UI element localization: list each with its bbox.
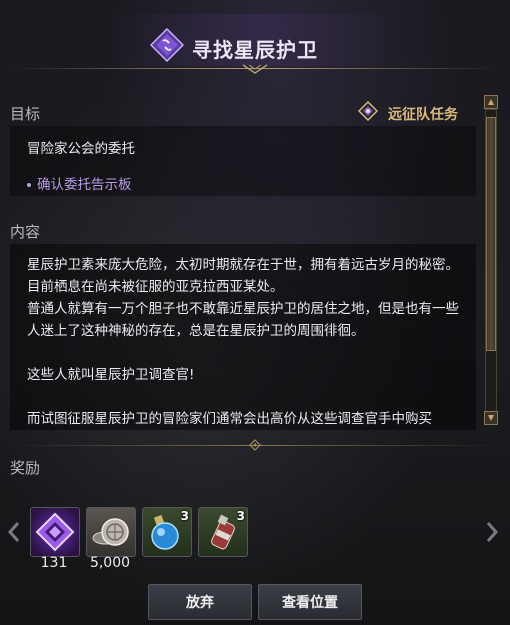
quest-header: 寻找星辰护卫 [0, 0, 510, 82]
stack-count: 3 [236, 509, 245, 523]
content-line: 星辰护卫素来庞大危险，太初时期就存在于世，拥有着远古岁月的秘密。目前栖息在尚未被… [27, 257, 459, 295]
reward-item-grenade[interactable]: 3 [198, 507, 248, 557]
reward-item-coins[interactable] [86, 507, 136, 557]
rewards-label: 奖励 [10, 459, 41, 477]
stack-count: 3 [180, 509, 189, 523]
reward-item-potion[interactable]: 3 [142, 507, 192, 557]
arrow-down-icon [488, 415, 494, 421]
reward-item-crystal[interactable] [30, 507, 80, 557]
quest-chain-icon [150, 28, 184, 62]
scroll-down-button[interactable] [484, 411, 498, 425]
header-ornament-icon [242, 64, 268, 74]
expedition-icon [358, 101, 378, 121]
content-scrollbar[interactable] [482, 95, 498, 425]
content-label: 内容 [10, 223, 41, 241]
quest-title: 寻找星辰护卫 [192, 38, 318, 62]
chevron-right-icon[interactable] [484, 520, 500, 544]
goal-description: 冒险家公会的委托 [27, 141, 135, 157]
content-line: 而试图征服星辰护卫的冒险家们通常会出高价从这些调查官手中购买 [27, 411, 432, 427]
content-line: 这些人就叫星辰护卫调查官! [27, 367, 195, 383]
content-gap [27, 342, 467, 364]
scroll-thumb[interactable] [486, 117, 496, 351]
content-line: 普通人就算有一万个胆子也不敢靠近星辰护卫的居住之地，但是也有一些人迷上了这种神秘… [27, 301, 459, 339]
abandon-button[interactable]: 放弃 [148, 584, 252, 620]
reward-quantity: 131 [40, 555, 68, 571]
task-type-label: 远征队任务 [388, 107, 458, 123]
content-text: 星辰护卫素来庞大危险，太初时期就存在于世，拥有着远古岁月的秘密。目前栖息在尚未被… [27, 254, 467, 430]
reward-quantity: 5,000 [89, 555, 131, 571]
scroll-up-button[interactable] [484, 95, 498, 109]
divider-ornament-icon [249, 439, 261, 451]
objective-item[interactable]: 确认委托告示板 [27, 173, 132, 193]
bullet-icon [27, 183, 31, 187]
goal-label: 目标 [10, 105, 41, 123]
chevron-left-icon[interactable] [6, 520, 22, 544]
objective-text: 确认委托告示板 [37, 177, 132, 193]
view-location-button[interactable]: 查看位置 [258, 584, 362, 620]
arrow-up-icon [488, 99, 494, 105]
content-panel[interactable]: 星辰护卫素来庞大危险，太初时期就存在于世，拥有着远古岁月的秘密。目前栖息在尚未被… [10, 244, 476, 430]
purple-crystal-icon [35, 512, 75, 552]
content-gap [27, 386, 467, 408]
silver-coins-icon [92, 518, 129, 546]
